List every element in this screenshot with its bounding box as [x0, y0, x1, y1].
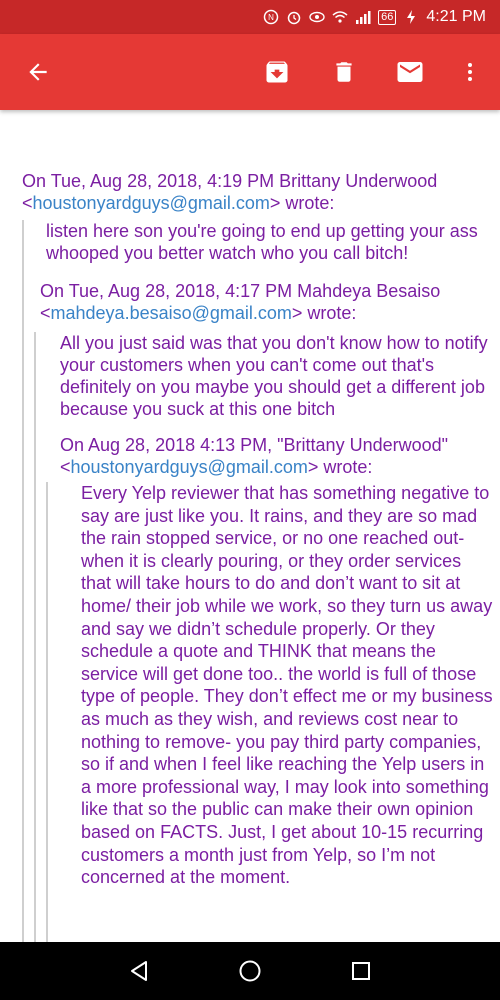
alarm-icon: [287, 11, 301, 25]
attribution-suffix: > wrote:: [291, 303, 357, 323]
quote-block-3: Every Yelp reviewer that has something n…: [46, 482, 493, 942]
navigation-bar: [0, 942, 500, 1000]
delete-icon: [336, 62, 352, 82]
quote-attribution-3: On Aug 28, 2018 4:13 PM, "Brittany Under…: [60, 434, 480, 478]
message-body: On Tue, Aug 28, 2018, 4:19 PM Brittany U…: [0, 110, 500, 942]
quote-text-3: Every Yelp reviewer that has something n…: [81, 483, 493, 888]
more-options-button[interactable]: [448, 50, 492, 94]
attribution-suffix: > wrote:: [307, 457, 373, 477]
wifi-icon: [332, 11, 348, 23]
battery-level: 66: [381, 10, 394, 23]
status-bar: N 66 4:21 PM: [0, 0, 500, 34]
mark-unread-button[interactable]: [388, 50, 432, 94]
nav-recents-button[interactable]: [346, 956, 376, 986]
back-triangle-icon: [131, 961, 147, 981]
signal-icon: [356, 11, 371, 24]
archive-icon: [266, 61, 288, 83]
email-link[interactable]: houstonyardguys@gmail.com: [33, 193, 270, 213]
mail-icon: [397, 62, 423, 82]
svg-text:N: N: [268, 13, 274, 22]
clock: 4:21 PM: [426, 8, 486, 25]
quote-text-1: listen here son you're going to end up g…: [46, 221, 478, 263]
delete-button[interactable]: [322, 50, 366, 94]
quote-attribution-2: On Tue, Aug 28, 2018, 4:17 PM Mahdeya Be…: [40, 280, 480, 324]
recents-square-icon: [352, 962, 370, 980]
back-button[interactable]: [16, 50, 60, 94]
back-arrow-icon: [29, 63, 47, 81]
email-link[interactable]: houstonyardguys@gmail.com: [71, 457, 308, 477]
nfc-icon: N: [263, 9, 279, 25]
charging-icon: [407, 10, 416, 24]
app-bar: [0, 34, 500, 110]
attribution-suffix: > wrote:: [269, 193, 335, 213]
nav-home-button[interactable]: [235, 956, 265, 986]
nav-back-button[interactable]: [124, 956, 154, 986]
status-icons: N 66 4:21 PM: [263, 8, 486, 26]
eye-icon: [309, 11, 325, 23]
archive-button[interactable]: [255, 50, 299, 94]
quote-attribution-1: On Tue, Aug 28, 2018, 4:19 PM Brittany U…: [22, 170, 482, 214]
more-vert-icon: [468, 63, 472, 81]
quote-text-2: All you just said was that you don't kno…: [60, 333, 488, 419]
home-circle-icon: [239, 960, 261, 982]
email-link[interactable]: mahdeya.besaiso@gmail.com: [51, 303, 292, 323]
battery-icon: 66: [378, 9, 397, 25]
